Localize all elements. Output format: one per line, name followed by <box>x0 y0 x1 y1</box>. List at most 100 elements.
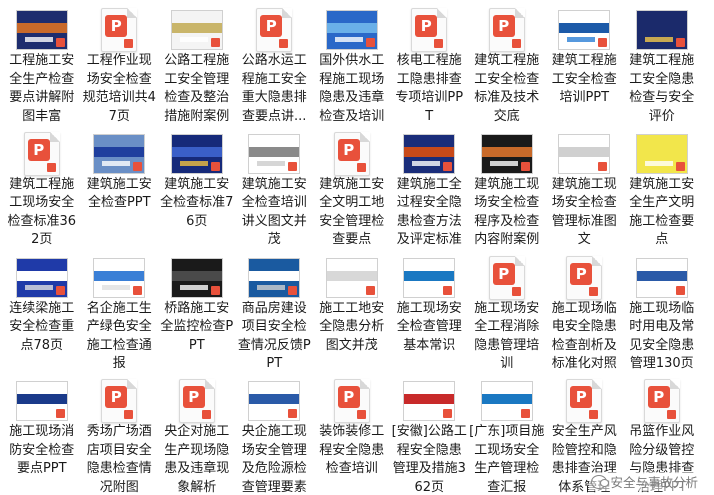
document-title: [广东]项目施工现场安全生产管理检查汇报 <box>469 424 545 495</box>
document-item[interactable]: P 秀场广场酒店项目安全隐患检查情况附图 <box>81 371 159 495</box>
document-item[interactable]: P 施工现场临电安全隐患检查剖析及标准化对照 <box>546 248 624 372</box>
thumbnail-image <box>15 257 68 298</box>
document-title: [安徽]公路工程安全隐患管理及措施362页 <box>391 424 467 495</box>
document-title: 央企对施工生产现场隐患及违章现象解析 <box>164 424 230 495</box>
ppt-badge: P <box>415 15 438 37</box>
thumbnail-image <box>15 10 68 50</box>
watermark-text: 安全与事故分析 <box>610 475 698 490</box>
ppt-file-icon: P <box>488 8 525 52</box>
document-item[interactable]: 建筑工程施工安全检查培训PPT <box>546 0 624 124</box>
ppt-badge: P <box>105 386 128 409</box>
ppt-badge: P <box>337 386 360 409</box>
thumbnail-image <box>635 10 688 50</box>
document-item[interactable]: 名企施工生产绿色安全施工检查通报 <box>81 248 159 372</box>
document-title: 公路水运工程施工安全重大隐患排查要点讲... <box>241 53 307 124</box>
ppt-file-icon: P <box>488 255 525 300</box>
document-item[interactable]: P 建筑施工安全文明工地安全管理检查要点 <box>313 124 391 248</box>
ppt-file-icon: P <box>101 8 138 52</box>
document-title: 建筑施工安全生产文明施工检查要点 <box>629 176 695 248</box>
document-title: 秀场广场酒店项目安全隐患检查情况附图 <box>86 424 152 495</box>
document-item[interactable]: P 建筑工程施工现场安全检查标准362页 <box>3 124 81 248</box>
document-item[interactable]: 连续梁施工安全检查重点78页 <box>3 248 81 372</box>
ppt-badge: P <box>647 386 670 409</box>
document-grid: 工程施工安全生产检查要点讲解附图丰富 P 工程作业现场安全检查规范培训共47页 公路工… <box>3 0 714 495</box>
document-item[interactable]: 建筑施工现场安全检查管理标准图文 <box>546 124 624 248</box>
document-title: 施工现场临时用电及常见安全隐患管理130页 <box>629 300 695 372</box>
thumbnail-image <box>558 10 611 50</box>
document-title: 工程施工安全生产检查要点讲解附图丰富 <box>9 53 75 124</box>
wechat-icon <box>591 474 610 489</box>
document-title: 公路工程施工安全管理检查及整治措施附案例 <box>164 53 230 124</box>
document-item[interactable]: P 建筑工程施工安全检查标准及技术交底 <box>468 0 546 124</box>
ppt-badge: P <box>570 386 593 409</box>
thumbnail-image <box>170 257 223 298</box>
ppt-file-icon: P <box>333 131 370 176</box>
ppt-badge: P <box>27 138 50 161</box>
thumbnail-image <box>635 257 688 298</box>
thumbnail-image <box>558 133 611 174</box>
document-item[interactable]: 施工现场临时用电及常见安全隐患管理130页 <box>623 248 701 372</box>
document-title: 工程作业现场安全检查规范培训共47页 <box>82 53 156 124</box>
document-item[interactable]: 国外供水工程施工现场隐患及违章检查及培训 <box>313 0 391 124</box>
document-item[interactable]: 施工现场消防安全检查要点PPT <box>3 371 81 495</box>
document-item[interactable]: 商品房建设项目安全检查情况反馈PPT <box>236 248 314 372</box>
document-title: 建筑工程施工现场安全检查标准362页 <box>7 176 77 248</box>
document-item[interactable]: 建筑施工全过程安全隐患检查方法及评定标准 <box>391 124 469 248</box>
document-item[interactable]: 工程施工安全生产检查要点讲解附图丰富 <box>3 0 81 124</box>
ppt-badge: P <box>182 386 205 409</box>
thumbnail-image <box>248 257 301 298</box>
document-item[interactable]: 建筑施工安全检查PPT <box>81 124 159 248</box>
ppt-file-icon: P <box>256 8 293 52</box>
ppt-file-icon: P <box>566 255 603 300</box>
document-title: 名企施工生产绿色安全施工检查通报 <box>86 300 152 372</box>
document-item[interactable]: 建筑施工安全生产文明施工检查要点 <box>623 124 701 248</box>
document-title: 建筑工程施工安全检查标准及技术交底 <box>474 53 540 124</box>
document-title: 桥路施工安全监控检查PPT <box>160 300 234 353</box>
document-item[interactable]: P 装饰装修工程安全隐患检查培训 <box>313 371 391 495</box>
document-title: 建筑工程施工安全隐患检查与安全评价 <box>629 53 695 124</box>
thumbnail-image <box>15 381 68 422</box>
document-item[interactable]: P 公路水运工程施工安全重大隐患排查要点讲... <box>236 0 314 124</box>
document-item[interactable]: 公路工程施工安全管理检查及整治措施附案例 <box>158 0 236 124</box>
thumbnail-image <box>403 381 456 422</box>
ppt-badge: P <box>492 15 515 37</box>
document-item[interactable]: 建筑施工安全检查培训讲义图文并茂 <box>236 124 314 248</box>
document-title: 连续梁施工安全检查重点78页 <box>9 300 75 353</box>
document-title: 建筑施工安全检查PPT <box>86 176 152 211</box>
document-item[interactable]: 施工工地安全隐患分析图文并茂 <box>313 248 391 372</box>
document-item[interactable]: 施工现场安全检查管理基本常识 <box>391 248 469 372</box>
thumbnail-image <box>480 381 533 422</box>
document-title: 建筑施工现场安全检查管理标准图文 <box>551 176 617 248</box>
document-item[interactable]: P 核电工程施工隐患排查专项培训PPT <box>391 0 469 124</box>
document-item[interactable]: P 工程作业现场安全检查规范培训共47页 <box>81 0 159 124</box>
ppt-file-icon: P <box>411 8 448 52</box>
document-title: 施工现场消防安全检查要点PPT <box>9 424 75 477</box>
document-item[interactable]: 建筑施工安全检查标准76页 <box>158 124 236 248</box>
document-title: 装饰装修工程安全隐患检查培训 <box>319 424 385 477</box>
document-item[interactable]: 建筑工程施工安全隐患检查与安全评价 <box>623 0 701 124</box>
document-title: 建筑施工安全检查标准76页 <box>160 176 234 229</box>
document-title: 施工现场临电安全隐患检查剖析及标准化对照 <box>551 300 617 372</box>
document-title: 建筑工程施工安全检查培训PPT <box>551 53 617 105</box>
ppt-badge: P <box>570 262 593 285</box>
document-item[interactable]: P 央企对施工生产现场隐患及违章现象解析 <box>158 371 236 495</box>
ppt-file-icon: P <box>101 379 138 424</box>
thumbnail-image <box>170 10 223 50</box>
thumbnail-image <box>248 133 301 174</box>
thumbnail-image <box>325 257 378 298</box>
thumbnail-image <box>480 133 533 174</box>
document-item[interactable]: 央企施工现场安全管理及危险源检查管理要素 <box>236 371 314 495</box>
thumbnail-image <box>403 133 456 174</box>
document-title: 施工工地安全隐患分析图文并茂 <box>319 300 385 353</box>
document-title: 国外供水工程施工现场隐患及违章检查及培训 <box>319 53 385 124</box>
document-item[interactable]: [安徽]公路工程安全隐患管理及措施362页 <box>391 371 469 495</box>
document-item[interactable]: 建筑施工现场安全检查程序及检查内容附案例 <box>468 124 546 248</box>
document-item[interactable]: P 施工现场安全工程消除隐患管理培训 <box>468 248 546 372</box>
ppt-badge: P <box>492 262 515 285</box>
document-title: 建筑施工安全检查培训讲义图文并茂 <box>241 176 307 248</box>
thumbnail-image <box>93 133 146 174</box>
thumbnail-image <box>248 381 301 422</box>
thumbnail-image <box>170 133 223 174</box>
document-item[interactable]: 桥路施工安全监控检查PPT <box>158 248 236 372</box>
document-item[interactable]: [广东]项目施工现场安全生产管理检查汇报 <box>468 371 546 495</box>
